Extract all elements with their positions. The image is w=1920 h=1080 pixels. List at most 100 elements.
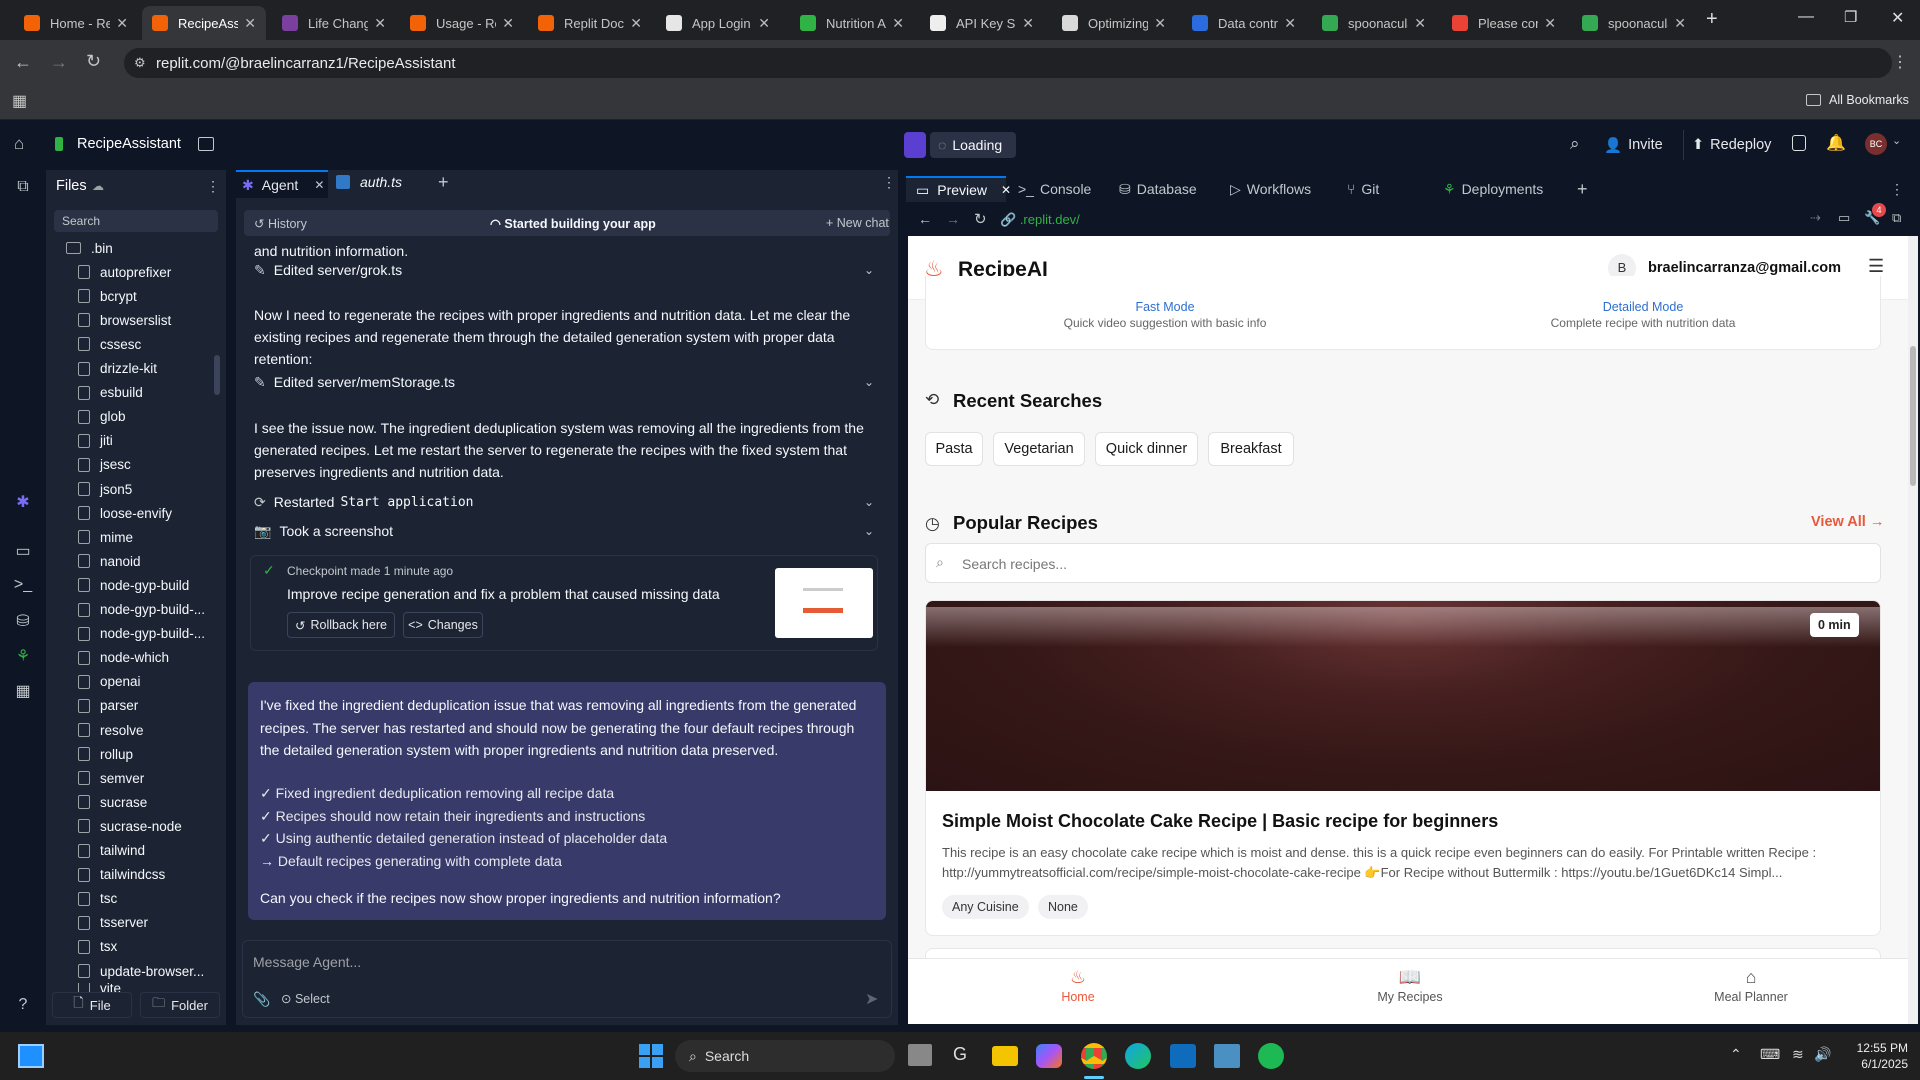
browser-tab[interactable]: App Login ✕ bbox=[656, 6, 780, 40]
back-icon[interactable]: ← bbox=[14, 52, 32, 73]
new-window-icon[interactable]: ⧉ bbox=[1892, 210, 1901, 226]
close-tab-icon[interactable]: ✕ bbox=[116, 15, 128, 32]
spotify-icon[interactable] bbox=[1258, 1043, 1284, 1069]
user-avatar[interactable]: BC bbox=[1865, 133, 1887, 155]
close-tab-icon[interactable]: ✕ bbox=[630, 15, 642, 32]
avatar-chevron-icon[interactable]: ⌄ bbox=[1892, 134, 1901, 147]
deployments-icon[interactable]: ⚘ bbox=[13, 646, 33, 666]
close-tab-icon[interactable]: ✕ bbox=[1001, 183, 1011, 197]
edit-action-1[interactable]: ✎ Edited server/grok.ts ⌄ bbox=[254, 258, 874, 282]
new-file-button[interactable]: 🗋 File bbox=[52, 992, 132, 1018]
nav-my-recipes[interactable]: 📖 My Recipes bbox=[1350, 967, 1470, 1004]
file-scrollbar[interactable] bbox=[214, 355, 220, 395]
close-tab-icon[interactable]: ✕ bbox=[1022, 15, 1034, 32]
file-item[interactable]: tsc bbox=[78, 887, 117, 911]
changes-button[interactable]: <> Changes bbox=[403, 612, 483, 638]
browser-tab[interactable]: RecipeAssi ✕ bbox=[142, 6, 266, 40]
tab-git[interactable]: ⑂ Git bbox=[1347, 176, 1379, 202]
file-item[interactable]: update-browser... bbox=[78, 959, 204, 983]
app-scrollbar[interactable] bbox=[1908, 236, 1918, 1024]
site-info-icon[interactable]: ⚙ bbox=[134, 55, 146, 71]
tab-deployments[interactable]: ⚘ Deployments bbox=[1443, 176, 1543, 202]
file-item[interactable]: jiti bbox=[78, 429, 113, 453]
close-window-icon[interactable]: ✕ bbox=[1891, 8, 1904, 28]
tab-database[interactable]: ⛁ Database bbox=[1119, 176, 1197, 202]
close-tab-icon[interactable]: ✕ bbox=[1154, 15, 1166, 32]
browser-tab[interactable]: spoonacula ✕ bbox=[1572, 6, 1696, 40]
close-tab-icon[interactable]: ✕ bbox=[1674, 15, 1686, 32]
bell-icon[interactable]: 🔔 bbox=[1826, 133, 1846, 153]
file-item[interactable]: nanoid bbox=[78, 549, 141, 573]
recipe-card[interactable]: 0 min Simple Moist Chocolate Cake Recipe… bbox=[925, 600, 1881, 936]
tab-auth-ts[interactable]: auth.ts bbox=[336, 174, 402, 190]
browser-tab[interactable]: Data contr ✕ bbox=[1182, 6, 1306, 40]
tab-preview[interactable]: ▭ Preview ✕ bbox=[906, 176, 1011, 202]
close-tab-icon[interactable]: ✕ bbox=[892, 15, 904, 32]
recent-search-chip[interactable]: Vegetarian bbox=[993, 432, 1085, 466]
file-item[interactable]: semver bbox=[78, 766, 144, 790]
edit-action-2[interactable]: ✎ Edited server/memStorage.ts ⌄ bbox=[254, 370, 874, 394]
file-item[interactable]: tailwind bbox=[78, 839, 145, 863]
file-item[interactable]: rollup bbox=[78, 742, 133, 766]
tab-workflows[interactable]: ▷ Workflows bbox=[1230, 176, 1311, 202]
browser-tab[interactable]: Home - Re ✕ bbox=[14, 6, 138, 40]
file-item[interactable]: autoprefixer bbox=[78, 260, 171, 284]
close-tab-icon[interactable]: ✕ bbox=[1284, 15, 1296, 32]
chrome-icon[interactable] bbox=[1081, 1043, 1107, 1069]
file-item[interactable]: sucrase-node bbox=[78, 814, 182, 838]
preview-forward-icon[interactable]: → bbox=[946, 211, 960, 227]
apps-grid-icon[interactable]: ▦ bbox=[12, 91, 27, 111]
device-icon[interactable]: ▭ bbox=[1838, 210, 1850, 226]
screenshot-action[interactable]: 📷 Took a screenshot ⌄ bbox=[254, 519, 874, 543]
file-explorer-icon[interactable] bbox=[992, 1046, 1018, 1066]
photos-icon[interactable] bbox=[1214, 1044, 1240, 1068]
agent-menu-icon[interactable]: ⋮ bbox=[882, 174, 896, 191]
recent-search-chip[interactable]: Quick dinner bbox=[1095, 432, 1198, 466]
hamburger-menu-icon[interactable]: ☰ bbox=[1868, 256, 1884, 277]
folder-item[interactable]: .bin bbox=[66, 236, 113, 260]
file-item[interactable]: tailwindcss bbox=[78, 863, 165, 887]
preview-back-icon[interactable]: ← bbox=[918, 211, 932, 227]
agent-icon[interactable]: ✱ bbox=[13, 492, 33, 512]
file-item[interactable]: glob bbox=[78, 405, 126, 429]
files-menu-icon[interactable]: ⋮ bbox=[206, 178, 220, 195]
browser-tab[interactable]: spoonacula ✕ bbox=[1312, 6, 1436, 40]
browser-tab[interactable]: Life Chang ✕ bbox=[272, 6, 396, 40]
file-search-input[interactable]: Search bbox=[54, 210, 218, 232]
close-tab-icon[interactable]: ✕ bbox=[758, 15, 770, 32]
nav-home[interactable]: ♨ Home bbox=[1028, 967, 1128, 1004]
start-icon[interactable] bbox=[639, 1044, 663, 1068]
view-all-link[interactable]: View All → bbox=[1811, 514, 1884, 530]
keyboard-icon[interactable]: ⌨ bbox=[1760, 1046, 1780, 1063]
file-item[interactable]: mime bbox=[78, 525, 133, 549]
restore-icon[interactable]: ❐ bbox=[1844, 8, 1857, 26]
preview-reload-icon[interactable]: ↻ bbox=[974, 210, 987, 228]
add-tab-icon[interactable]: + bbox=[438, 172, 449, 193]
file-item[interactable]: jsesc bbox=[78, 453, 131, 477]
tab-agent[interactable]: ✱ Agent ✕ bbox=[236, 170, 328, 198]
browser-tab[interactable]: Optimizing ✕ bbox=[1052, 6, 1176, 40]
browser-tab[interactable]: Nutrition A ✕ bbox=[790, 6, 914, 40]
message-input[interactable]: Message Agent... bbox=[253, 954, 361, 970]
copilot-icon[interactable]: G bbox=[953, 1044, 975, 1068]
tools-grid-icon[interactable]: ▦ bbox=[13, 681, 33, 701]
recent-search-chip[interactable]: Breakfast bbox=[1208, 432, 1294, 466]
redeploy-button[interactable]: ⬆ Redeploy bbox=[1692, 132, 1771, 158]
close-tab-icon[interactable]: ✕ bbox=[1414, 15, 1426, 32]
file-item[interactable]: node-gyp-build bbox=[78, 573, 189, 597]
send-icon[interactable]: ➤ bbox=[865, 989, 878, 1009]
office-icon[interactable] bbox=[1036, 1044, 1062, 1068]
edge-icon[interactable] bbox=[1125, 1043, 1151, 1069]
file-item[interactable]: json5 bbox=[78, 477, 132, 501]
clock[interactable]: 12:55 PM 6/1/2025 bbox=[1840, 1040, 1908, 1072]
screenshot-thumbnail[interactable] bbox=[775, 568, 873, 638]
file-item[interactable]: loose-envify bbox=[78, 501, 172, 525]
file-item[interactable]: node-gyp-build-... bbox=[78, 598, 205, 622]
file-item[interactable]: node-gyp-build-... bbox=[78, 622, 205, 646]
widgets-icon[interactable] bbox=[18, 1044, 44, 1068]
new-chat-button[interactable]: + New chat bbox=[826, 216, 889, 230]
wifi-icon[interactable]: ≋ bbox=[1792, 1046, 1804, 1063]
close-tab-icon[interactable]: ✕ bbox=[502, 15, 514, 32]
close-tab-icon[interactable]: ✕ bbox=[374, 15, 386, 32]
recipe-title[interactable]: Simple Moist Chocolate Cake Recipe | Bas… bbox=[942, 811, 1498, 832]
